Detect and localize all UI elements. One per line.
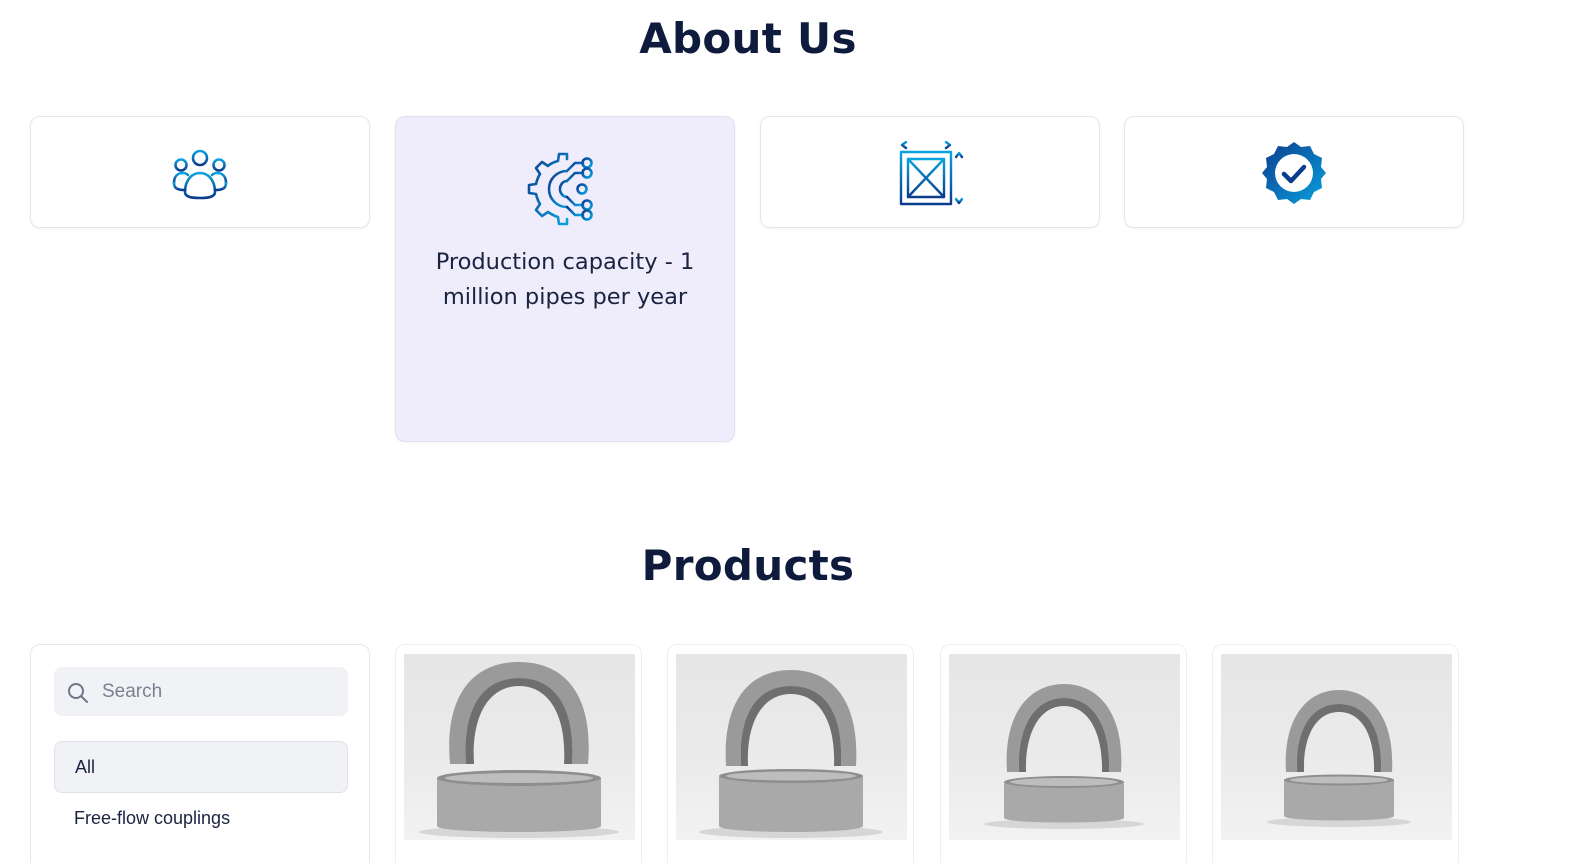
product-card[interactable] xyxy=(940,644,1187,863)
concrete-ring-product-image xyxy=(676,654,907,840)
concrete-ring-product-image xyxy=(1221,654,1452,840)
filter-item-all[interactable]: All xyxy=(54,741,348,793)
search-icon xyxy=(67,682,89,708)
search-box xyxy=(54,667,348,716)
product-card[interactable] xyxy=(1212,644,1459,863)
feature-card-dimensions[interactable] xyxy=(760,116,1100,228)
page: About Us Production capacity - 1 million… xyxy=(0,0,1591,863)
feature-card-quality[interactable] xyxy=(1124,116,1464,228)
about-section-title: About Us xyxy=(639,14,857,63)
dimensions-icon xyxy=(898,140,966,211)
gear-network-icon xyxy=(527,151,603,233)
feature-card-production-capacity[interactable]: Production capacity - 1 million pipes pe… xyxy=(395,116,735,442)
product-filter-panel: All Free-flow couplings xyxy=(30,644,370,863)
feature-text: Production capacity - 1 million pipes pe… xyxy=(435,249,695,310)
product-card[interactable] xyxy=(395,644,642,863)
search-input[interactable] xyxy=(102,667,342,716)
concrete-ring-product-image xyxy=(949,654,1180,840)
product-card[interactable] xyxy=(667,644,914,863)
concrete-ring-product-image xyxy=(404,654,635,840)
products-section-title: Products xyxy=(641,541,855,590)
verified-badge-icon xyxy=(1261,140,1327,210)
feature-card-team[interactable] xyxy=(30,116,370,228)
team-icon xyxy=(171,148,229,204)
filter-item-free-flow-couplings[interactable]: Free-flow couplings xyxy=(54,793,348,845)
